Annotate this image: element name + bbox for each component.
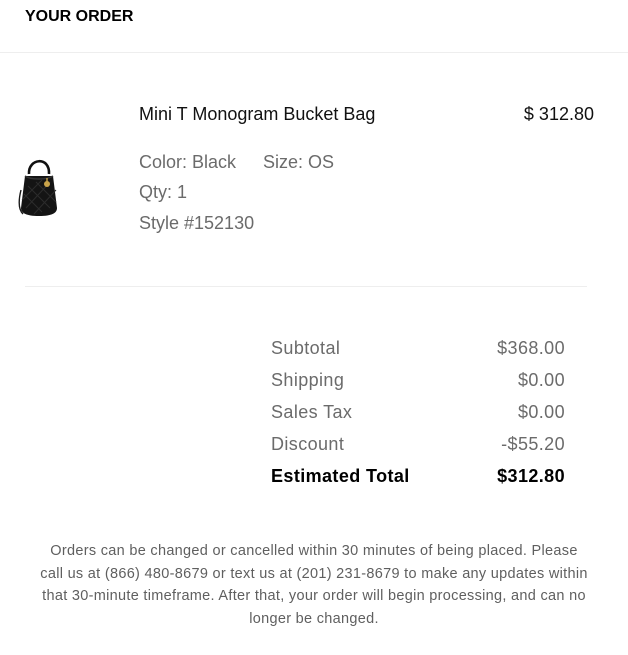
summary-label: Shipping [271,370,345,390]
summary-row-estimated-total: Estimated Total $312.80 [271,464,565,496]
bucket-bag-icon [18,159,57,216]
summary-row-sales-tax: Sales Tax $0.00 [271,400,565,432]
summary-value: $0.00 [517,402,565,422]
summary-label: Discount [271,434,345,454]
header-divider [0,52,628,53]
summary-value: $0.00 [517,370,565,390]
product-size: Size: OS [263,152,335,172]
product-price: $ 312.80 [523,104,594,124]
total-value: $312.80 [497,466,565,486]
total-label: Estimated Total [271,466,410,486]
product-name[interactable]: Mini T Monogram Bucket Bag [139,102,375,126]
order-change-policy-note: Orders can be changed or cancelled withi… [40,543,588,627]
section-title: YOUR ORDER [25,8,134,25]
summary-row-shipping: Shipping $0.00 [271,368,565,400]
product-quantity: Qty: 1 [139,182,188,202]
summary-value: $368.00 [497,338,565,358]
summary-value: -$55.20 [501,434,565,454]
product-image[interactable] [16,150,62,218]
summary-row-discount: Discount -$55.20 [271,432,565,464]
product-style-number: Style #152130 [139,213,255,233]
summary-row-subtotal: Subtotal $368.00 [271,336,565,368]
item-divider [25,286,587,287]
order-summary: Subtotal $368.00 Shipping $0.00 Sales Ta… [271,336,565,496]
summary-label: Sales Tax [271,402,353,422]
summary-label: Subtotal [271,338,341,358]
product-color: Color: Black [139,152,237,172]
